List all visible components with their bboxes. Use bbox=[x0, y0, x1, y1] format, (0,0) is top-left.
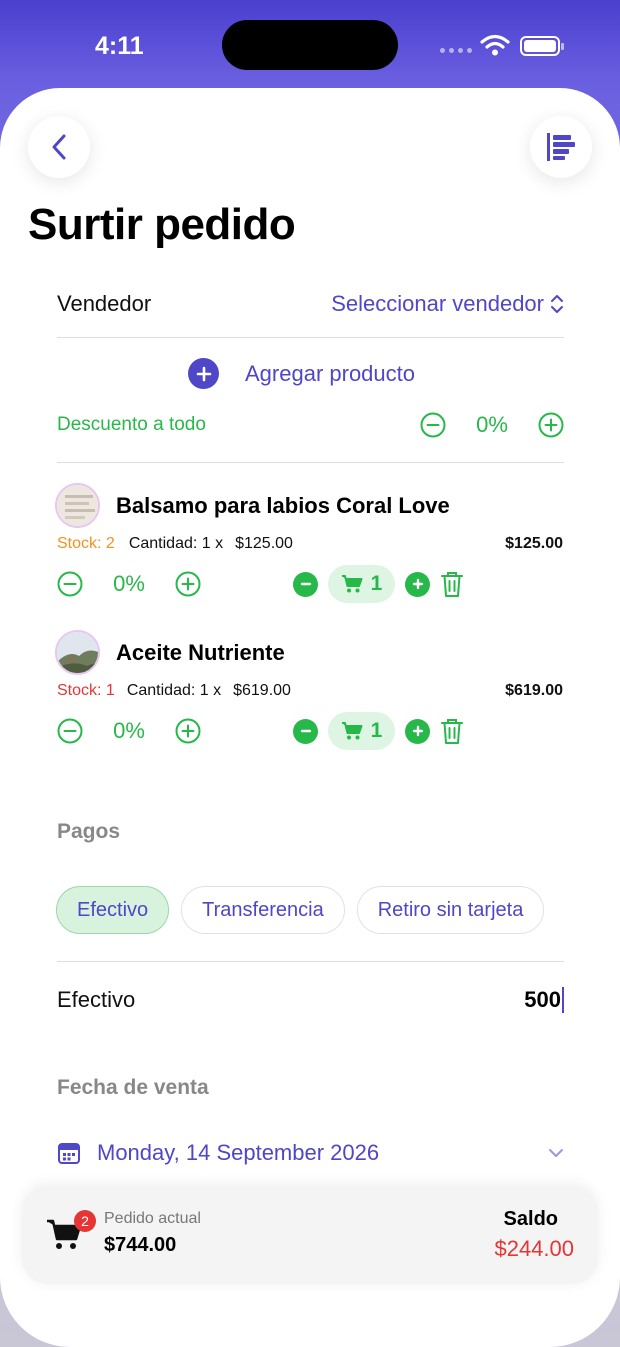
cart-icon bbox=[341, 722, 363, 740]
trash-icon[interactable] bbox=[440, 717, 464, 745]
product-item: Aceite Nutriente Stock: 1 Cantidad: 1 x … bbox=[55, 630, 565, 770]
plus-circle-icon[interactable] bbox=[175, 571, 201, 597]
minus-icon bbox=[300, 729, 311, 733]
page-title: Surtir pedido bbox=[28, 200, 296, 249]
vendor-select-label: Seleccionar vendedor bbox=[331, 291, 544, 316]
order-label: Pedido actual bbox=[104, 1210, 201, 1227]
status-time: 4:11 bbox=[95, 32, 144, 60]
divider bbox=[57, 337, 564, 338]
cart-quantity-value: 1 bbox=[370, 572, 383, 595]
cart-quantity: 1 bbox=[328, 565, 395, 603]
line-total: $619.00 bbox=[505, 682, 563, 699]
unit-price: $125.00 bbox=[235, 535, 293, 552]
plus-icon bbox=[412, 725, 423, 737]
decrease-quantity-button[interactable] bbox=[293, 571, 318, 597]
unit-price: $619.00 bbox=[233, 682, 291, 699]
increase-quantity-button[interactable] bbox=[405, 571, 430, 597]
quantity-text: Cantidad: 1 x bbox=[128, 535, 224, 552]
plus-circle-icon[interactable] bbox=[538, 412, 564, 438]
vendor-row: Vendedor Seleccionar vendedor bbox=[57, 284, 564, 324]
tab-retiro-sin-tarjeta[interactable]: Retiro sin tarjeta bbox=[356, 886, 545, 934]
battery-icon bbox=[520, 36, 564, 56]
increase-quantity-button[interactable] bbox=[405, 718, 430, 744]
discount-all-stepper: 0% bbox=[420, 412, 564, 438]
sale-date-picker[interactable]: Monday, 14 September 2026 bbox=[57, 1135, 564, 1171]
product-meta: Stock: 1 Cantidad: 1 x $619.00 $619.00 bbox=[57, 682, 563, 700]
sale-date-title: Fecha de venta bbox=[57, 1076, 209, 1099]
line-total: $125.00 bbox=[505, 535, 563, 552]
quantity-stepper: 1 bbox=[293, 565, 464, 603]
chevron-left-icon bbox=[52, 134, 66, 160]
back-button[interactable] bbox=[28, 116, 90, 178]
cart-quantity: 1 bbox=[328, 712, 395, 750]
product-discount-stepper: 0% bbox=[57, 718, 201, 744]
cart-count-badge: 2 bbox=[74, 1210, 96, 1232]
plus-circle-icon bbox=[188, 358, 219, 389]
menu-button[interactable] bbox=[530, 116, 592, 178]
cash-amount-input[interactable]: 500 bbox=[524, 987, 564, 1013]
product-meta: Stock: 2 Cantidad: 1 x $125.00 $125.00 bbox=[57, 535, 563, 553]
divider bbox=[57, 462, 564, 463]
trash-icon[interactable] bbox=[440, 570, 464, 598]
add-product-label: Agregar producto bbox=[245, 360, 415, 386]
vendor-select[interactable]: Seleccionar vendedor bbox=[331, 291, 564, 317]
product-name: Balsamo para labios Coral Love bbox=[116, 492, 450, 518]
product-discount-value: 0% bbox=[113, 718, 145, 743]
discount-all-label: Descuento a todo bbox=[57, 414, 206, 435]
product-thumbnail bbox=[55, 630, 100, 675]
balance-label: Saldo bbox=[503, 1208, 558, 1230]
discount-all-row: Descuento a todo 0% bbox=[57, 410, 564, 440]
order-total: $744.00 bbox=[104, 1234, 177, 1256]
cash-row: Efectivo 500 bbox=[57, 983, 564, 1017]
status-bar: 4:11 bbox=[0, 0, 620, 90]
sale-date-value: Monday, 14 September 2026 bbox=[97, 1140, 380, 1165]
calendar-icon bbox=[58, 1143, 80, 1164]
cash-label: Efectivo bbox=[57, 987, 136, 1012]
order-sheet: Surtir pedido Vendedor Seleccionar vende… bbox=[0, 88, 620, 1347]
tab-efectivo[interactable]: Efectivo bbox=[56, 886, 170, 934]
quantity-text: Cantidad: 1 x bbox=[126, 682, 222, 699]
minus-icon bbox=[300, 582, 311, 586]
cart-quantity-value: 1 bbox=[370, 719, 383, 742]
product-thumbnail bbox=[55, 483, 100, 528]
quantity-stepper: 1 bbox=[293, 712, 464, 750]
product-item: Balsamo para labios Coral Love Stock: 2 … bbox=[55, 483, 565, 623]
product-name: Aceite Nutriente bbox=[116, 639, 285, 665]
minus-circle-icon[interactable] bbox=[57, 718, 83, 744]
payment-method-tabs: Efectivo Transferencia Retiro sin tarjet… bbox=[56, 886, 545, 934]
cart-button[interactable]: 2 bbox=[46, 1210, 96, 1257]
plus-icon bbox=[412, 578, 423, 590]
product-discount-stepper: 0% bbox=[57, 571, 201, 597]
add-product-button[interactable]: Agregar producto bbox=[188, 358, 415, 389]
discount-all-value: 0% bbox=[476, 412, 508, 437]
plus-circle-icon[interactable] bbox=[175, 718, 201, 744]
divider bbox=[57, 961, 564, 962]
dynamic-island bbox=[222, 20, 398, 70]
product-discount-value: 0% bbox=[113, 571, 145, 596]
order-summary-bar[interactable]: 2 Pedido actual $744.00 Saldo $244.00 bbox=[22, 1186, 598, 1284]
chevron-up-down-icon bbox=[551, 295, 563, 313]
stock-label: Stock: 2 bbox=[57, 535, 115, 552]
stock-label: Stock: 1 bbox=[57, 682, 115, 699]
chevron-down-icon bbox=[549, 1149, 563, 1157]
wifi-icon bbox=[480, 34, 510, 56]
minus-circle-icon[interactable] bbox=[420, 412, 446, 438]
vendor-label: Vendedor bbox=[57, 291, 152, 316]
decrease-quantity-button[interactable] bbox=[293, 718, 318, 744]
signal-icon bbox=[440, 48, 472, 53]
tab-transferencia[interactable]: Transferencia bbox=[181, 886, 345, 934]
payments-title: Pagos bbox=[57, 820, 121, 843]
cart-icon bbox=[341, 575, 363, 593]
balance-value: $244.00 bbox=[494, 1236, 574, 1261]
minus-circle-icon[interactable] bbox=[57, 571, 83, 597]
align-left-icon bbox=[547, 133, 575, 161]
